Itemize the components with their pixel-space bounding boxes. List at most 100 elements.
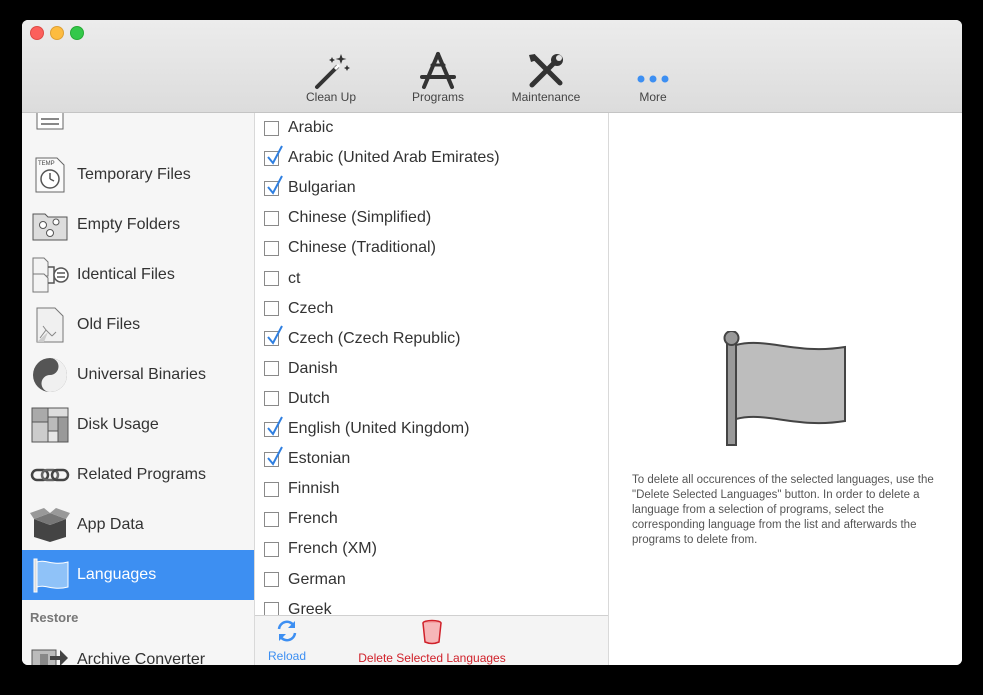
sidebar-item-disk-usage[interactable]: Disk Usage <box>22 400 254 450</box>
delete-selected-languages-button[interactable]: Delete Selected Languages <box>351 619 513 665</box>
checkbox-checked[interactable] <box>264 446 283 467</box>
language-row[interactable]: ct <box>255 264 608 294</box>
language-row[interactable]: Arabic (United Arab Emirates) <box>255 143 608 173</box>
language-label: Chinese (Traditional) <box>288 239 436 257</box>
sidebar-item-label: Languages <box>77 566 157 583</box>
magic-wand-icon <box>286 50 376 92</box>
language-label: Chinese (Simplified) <box>288 209 432 227</box>
archive-icon <box>30 640 70 665</box>
language-row[interactable]: Bulgarian <box>255 173 608 203</box>
toolbar-programs-button[interactable]: Programs <box>393 50 483 104</box>
checkbox-unchecked[interactable] <box>264 240 279 256</box>
flag-icon <box>30 555 70 595</box>
toolbar-more-label: More <box>639 90 667 104</box>
zoom-window-button[interactable] <box>70 26 84 40</box>
disk-usage-icon <box>30 405 70 445</box>
sidebar-item-temporary-files[interactable]: TEMP Temporary Files <box>22 150 254 200</box>
sidebar-item-partial[interactable] <box>22 113 254 138</box>
checkbox-unchecked[interactable] <box>264 602 279 615</box>
universal-binary-icon <box>30 355 70 395</box>
checkbox-checked[interactable] <box>264 325 283 347</box>
checkbox-checked[interactable] <box>264 175 283 196</box>
sidebar-item-app-data[interactable]: App Data <box>22 500 254 550</box>
checkbox-unchecked[interactable] <box>264 572 279 587</box>
language-label: Arabic <box>288 119 334 136</box>
minimize-window-button[interactable] <box>50 26 64 40</box>
sidebar-item-label: Related Programs <box>77 466 206 483</box>
checkbox-unchecked[interactable] <box>264 120 279 136</box>
language-row[interactable]: Estonian <box>255 444 608 474</box>
sidebar: TEMP Temporary Files Empty Folders Ident… <box>22 113 255 665</box>
document-icon <box>30 113 70 133</box>
sidebar-item-identical-files[interactable]: Identical Files <box>22 250 254 300</box>
checkbox-checked[interactable] <box>264 145 283 166</box>
language-label: French <box>288 510 338 528</box>
language-row[interactable]: Czech <box>255 294 608 324</box>
sidebar-item-label: Disk Usage <box>77 416 159 433</box>
language-row[interactable]: English (United Kingdom) <box>255 414 608 444</box>
toolbar-programs-label: Programs <box>411 90 464 104</box>
app-window: Clean Up Programs Maintenance More TEMP … <box>22 20 962 665</box>
language-list[interactable]: Arabic Arabic (United Arab Emirates) Bulga… <box>255 113 608 615</box>
close-window-button[interactable] <box>30 26 44 40</box>
language-row[interactable]: Greek <box>255 595 608 615</box>
language-row[interactable]: Czech (Czech Republic) <box>255 324 608 354</box>
language-label: ct <box>288 269 301 287</box>
language-label: Arabic (United Arab Emirates) <box>288 149 500 167</box>
checkbox-unchecked[interactable] <box>264 210 279 226</box>
toolbar-clean-up-button[interactable]: Clean Up <box>286 50 376 104</box>
trash-icon <box>422 619 442 645</box>
reload-button[interactable]: Reload <box>262 619 312 663</box>
language-row[interactable]: Danish <box>255 354 608 384</box>
language-label: German <box>288 570 346 588</box>
language-label: Finnish <box>288 480 340 498</box>
language-label: Danish <box>288 359 338 377</box>
more-dots-icon <box>608 50 698 92</box>
language-row[interactable]: Chinese (Traditional) <box>255 233 608 263</box>
checkbox-unchecked[interactable] <box>264 361 279 377</box>
language-row[interactable]: German <box>255 565 608 595</box>
sidebar-item-empty-folders[interactable]: Empty Folders <box>22 200 254 250</box>
sidebar-item-label: Identical Files <box>77 266 175 283</box>
checkbox-unchecked[interactable] <box>264 301 279 317</box>
language-row[interactable]: Chinese (Simplified) <box>255 203 608 233</box>
checkbox-checked[interactable] <box>264 416 283 437</box>
checkbox-unchecked[interactable] <box>264 541 279 557</box>
language-label: English (United Kingdom) <box>288 420 470 437</box>
reload-label: Reload <box>267 649 307 663</box>
box-icon <box>30 505 70 545</box>
app-store-icon <box>393 50 483 92</box>
sidebar-item-universal-binaries[interactable]: Universal Binaries <box>22 350 254 400</box>
sidebar-item-label: Universal Binaries <box>77 366 206 383</box>
reload-icon <box>277 620 297 642</box>
checkbox-unchecked[interactable] <box>264 271 279 286</box>
large-flag-icon <box>723 331 846 446</box>
language-row[interactable]: Arabic <box>255 113 608 143</box>
checkbox-unchecked[interactable] <box>264 481 279 497</box>
sidebar-item-old-files[interactable]: Old Files <box>22 300 254 350</box>
checkbox-unchecked[interactable] <box>264 391 279 407</box>
sidebar-item-label: Archive Converter <box>77 651 206 665</box>
language-row[interactable]: Finnish <box>255 474 608 504</box>
language-row[interactable]: French (XM) <box>255 534 608 564</box>
sidebar-item-related-programs[interactable]: Related Programs <box>22 450 254 500</box>
link-icon <box>30 455 70 495</box>
language-label: Dutch <box>288 389 330 407</box>
svg-text:TEMP: TEMP <box>38 161 55 167</box>
toolbar-more-button[interactable]: More <box>608 50 698 104</box>
sidebar-item-label: Temporary Files <box>77 166 191 183</box>
sidebar-section-restore: Restore <box>30 610 79 625</box>
temp-file-icon: TEMP <box>30 155 70 195</box>
tools-icon <box>501 50 591 92</box>
language-label: Estonian <box>288 450 351 468</box>
language-row[interactable]: French <box>255 504 608 534</box>
sidebar-item-archive-converter[interactable]: Archive Converter <box>22 635 254 665</box>
language-label: Czech (Czech Republic) <box>288 329 461 347</box>
language-label: Greek <box>288 600 332 615</box>
language-row[interactable]: Dutch <box>255 384 608 414</box>
toolbar-maintenance-button[interactable]: Maintenance <box>501 50 591 104</box>
sidebar-item-languages[interactable]: Languages <box>22 550 254 600</box>
toolbar: Clean Up Programs Maintenance More <box>22 20 962 113</box>
toolbar-clean-up-label: Clean Up <box>305 90 357 104</box>
checkbox-unchecked[interactable] <box>264 511 279 527</box>
